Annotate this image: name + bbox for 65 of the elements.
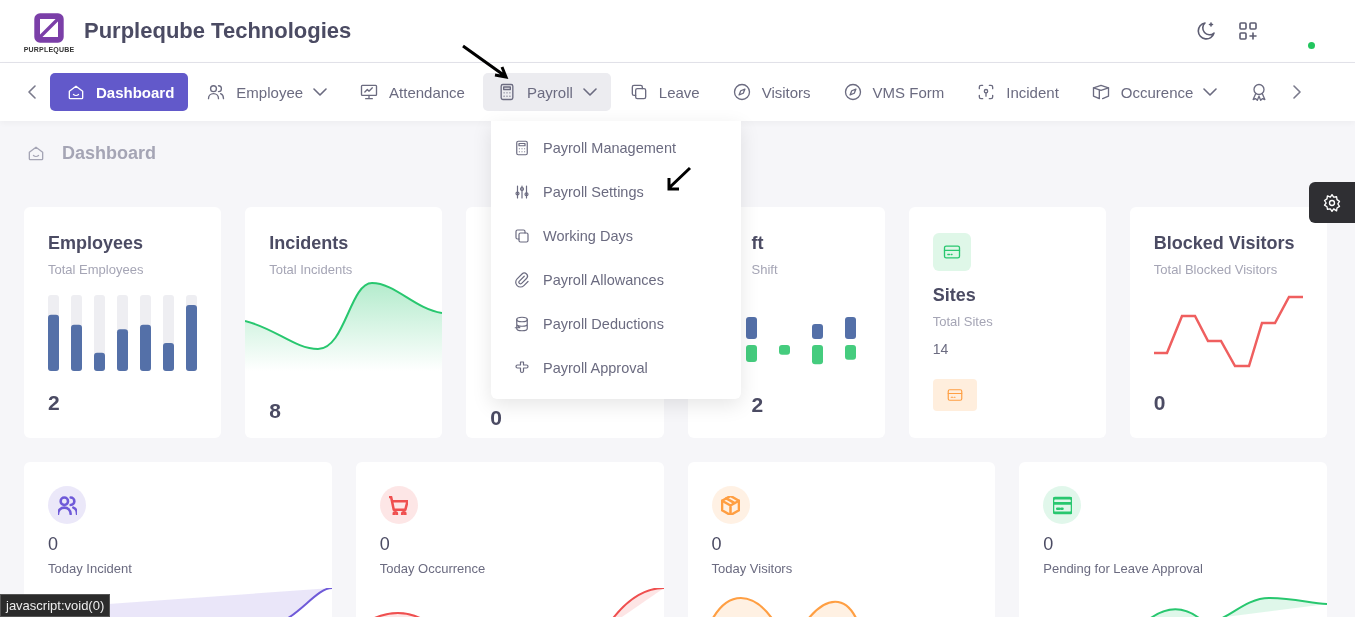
chevron-down-icon xyxy=(313,88,328,96)
nav-tab[interactable]: Payroll xyxy=(482,73,611,111)
nav-tab[interactable]: Attendance xyxy=(345,73,479,111)
menu-item[interactable]: Payroll Approval xyxy=(491,346,741,390)
card-label: Today Incident xyxy=(48,561,132,576)
card-value: 0 xyxy=(48,534,58,555)
copy-icon xyxy=(513,227,531,245)
card-subtitle: Total Sites xyxy=(932,314,993,329)
settings-button[interactable] xyxy=(1309,182,1355,223)
card-label: Pending for Leave Approval xyxy=(1043,561,1203,576)
credit-card-icon xyxy=(932,233,971,271)
compass-icon xyxy=(842,82,863,102)
settings-icon xyxy=(1322,192,1342,213)
card-value: 2 xyxy=(751,393,764,417)
breadcrumb: Dashboard xyxy=(62,142,157,164)
users-icon xyxy=(206,82,227,102)
card-title: Blocked Visitors xyxy=(1153,233,1295,254)
compass-icon xyxy=(731,82,752,102)
chevron-down-icon xyxy=(582,88,597,96)
card-subtitle: Total Incidents xyxy=(269,262,353,277)
calculator-icon xyxy=(513,139,531,157)
card-title: Employees xyxy=(48,233,144,254)
card-label: Today Occurrence xyxy=(379,561,486,576)
nav-tab[interactable]: Leave xyxy=(614,73,714,111)
nav-tab[interactable]: Visitors xyxy=(717,73,825,111)
nav-tab[interactable]: Dashboard xyxy=(50,73,189,111)
chevron-down-icon xyxy=(1203,88,1218,96)
scroll-left-button[interactable] xyxy=(28,85,36,99)
nav-tab[interactable]: VMS Form xyxy=(828,73,959,111)
card-subtitle: Total Blocked Visitors xyxy=(1153,262,1278,277)
menu-item[interactable]: Payroll Deductions xyxy=(491,302,741,346)
menu-item[interactable]: Payroll Management xyxy=(491,126,741,170)
credit-card-icon xyxy=(932,379,977,411)
card-subtitle: Total Employees xyxy=(48,262,144,277)
card-value: 0 xyxy=(711,534,722,555)
paperclip-icon xyxy=(513,271,531,289)
menu-item[interactable]: Working Days xyxy=(491,214,741,258)
card-value: 0 xyxy=(1043,534,1054,555)
card-value: 2 xyxy=(48,391,60,415)
apps-icon xyxy=(1236,19,1260,43)
nav-tab[interactable]: Occurence xyxy=(1076,73,1232,111)
chevron-left-icon xyxy=(28,85,36,99)
menu-item[interactable]: Payroll Allowances xyxy=(491,258,741,302)
card-title: Sites xyxy=(932,285,976,306)
card-subtitle: Shift xyxy=(751,262,778,277)
apps-button[interactable] xyxy=(1236,19,1260,43)
card-value: 8 xyxy=(269,399,281,423)
card-value: 14 xyxy=(932,341,949,357)
link-status-tooltip: javascript:void(0) xyxy=(0,594,111,617)
card-label: Today Visitors xyxy=(711,561,793,576)
database-icon xyxy=(513,315,531,333)
card-value: 0 xyxy=(379,534,390,555)
card-value: 0 xyxy=(1153,391,1166,415)
annotation-arrow xyxy=(461,44,509,80)
annotation-arrow xyxy=(666,166,692,192)
boxes-icon xyxy=(1090,82,1111,102)
sliders-icon xyxy=(513,183,531,201)
card-title: ft xyxy=(751,233,764,254)
monitor-icon xyxy=(359,82,380,102)
card-title: Incidents xyxy=(269,233,349,254)
nav-tab[interactable]: Incident xyxy=(962,73,1073,111)
menu-item[interactable]: Payroll Settings xyxy=(491,170,741,214)
nav-tab[interactable]: Employee xyxy=(192,73,342,111)
company-name: Purpleqube Technologies xyxy=(84,18,352,44)
card-value: 0 xyxy=(490,406,502,430)
